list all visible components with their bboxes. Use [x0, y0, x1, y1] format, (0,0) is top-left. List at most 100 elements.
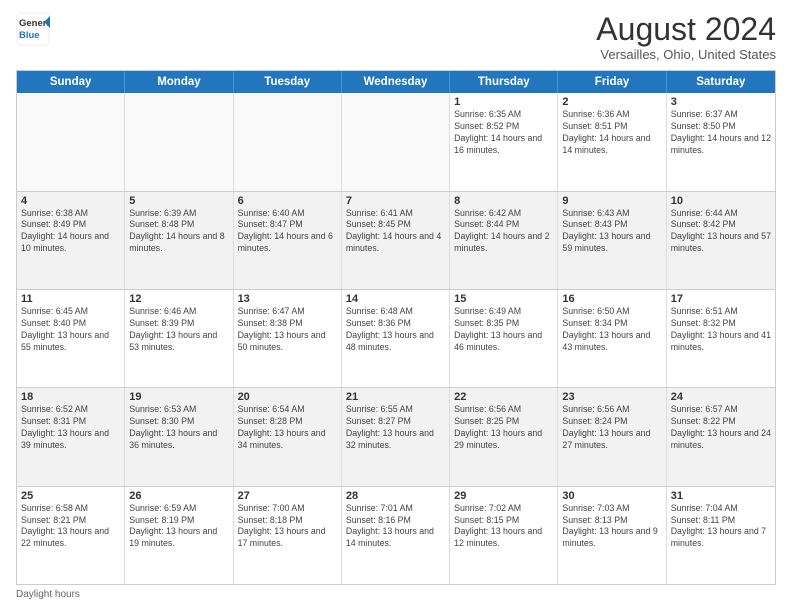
cell-text: Sunrise: 6:38 AM Sunset: 8:49 PM Dayligh… [21, 208, 120, 256]
day-number: 1 [454, 96, 553, 108]
cell-text: Sunrise: 6:57 AM Sunset: 8:22 PM Dayligh… [671, 404, 771, 452]
calendar-cell: 18Sunrise: 6:52 AM Sunset: 8:31 PM Dayli… [17, 388, 125, 485]
day-number: 2 [562, 96, 661, 108]
calendar-cell: 9Sunrise: 6:43 AM Sunset: 8:43 PM Daylig… [558, 192, 666, 289]
subtitle: Versailles, Ohio, United States [596, 47, 776, 62]
cell-text: Sunrise: 6:37 AM Sunset: 8:50 PM Dayligh… [671, 109, 771, 157]
day-number: 31 [671, 490, 771, 502]
calendar-cell: 25Sunrise: 6:58 AM Sunset: 8:21 PM Dayli… [17, 487, 125, 584]
calendar-cell: 13Sunrise: 6:47 AM Sunset: 8:38 PM Dayli… [234, 290, 342, 387]
cell-text: Sunrise: 6:49 AM Sunset: 8:35 PM Dayligh… [454, 306, 553, 354]
calendar-cell: 17Sunrise: 6:51 AM Sunset: 8:32 PM Dayli… [667, 290, 775, 387]
day-number: 22 [454, 391, 553, 403]
day-number: 20 [238, 391, 337, 403]
cell-text: Sunrise: 6:47 AM Sunset: 8:38 PM Dayligh… [238, 306, 337, 354]
cell-text: Sunrise: 7:03 AM Sunset: 8:13 PM Dayligh… [562, 503, 661, 551]
calendar-cell [125, 93, 233, 190]
calendar-cell: 28Sunrise: 7:01 AM Sunset: 8:16 PM Dayli… [342, 487, 450, 584]
calendar-cell: 27Sunrise: 7:00 AM Sunset: 8:18 PM Dayli… [234, 487, 342, 584]
cell-text: Sunrise: 6:52 AM Sunset: 8:31 PM Dayligh… [21, 404, 120, 452]
cell-text: Sunrise: 6:48 AM Sunset: 8:36 PM Dayligh… [346, 306, 445, 354]
cell-text: Sunrise: 6:45 AM Sunset: 8:40 PM Dayligh… [21, 306, 120, 354]
calendar-cell: 11Sunrise: 6:45 AM Sunset: 8:40 PM Dayli… [17, 290, 125, 387]
day-number: 21 [346, 391, 445, 403]
main-title: August 2024 [596, 12, 776, 47]
cell-text: Sunrise: 6:39 AM Sunset: 8:48 PM Dayligh… [129, 208, 228, 256]
calendar-cell: 3Sunrise: 6:37 AM Sunset: 8:50 PM Daylig… [667, 93, 775, 190]
calendar-cell: 1Sunrise: 6:35 AM Sunset: 8:52 PM Daylig… [450, 93, 558, 190]
cell-text: Sunrise: 6:46 AM Sunset: 8:39 PM Dayligh… [129, 306, 228, 354]
calendar-cell [234, 93, 342, 190]
day-number: 7 [346, 195, 445, 207]
day-number: 17 [671, 293, 771, 305]
calendar-cell: 4Sunrise: 6:38 AM Sunset: 8:49 PM Daylig… [17, 192, 125, 289]
cell-text: Sunrise: 6:42 AM Sunset: 8:44 PM Dayligh… [454, 208, 553, 256]
cell-text: Sunrise: 6:40 AM Sunset: 8:47 PM Dayligh… [238, 208, 337, 256]
cell-text: Sunrise: 6:50 AM Sunset: 8:34 PM Dayligh… [562, 306, 661, 354]
day-number: 13 [238, 293, 337, 305]
calendar-header-cell: Tuesday [234, 71, 342, 93]
day-number: 3 [671, 96, 771, 108]
day-number: 14 [346, 293, 445, 305]
cell-text: Sunrise: 6:36 AM Sunset: 8:51 PM Dayligh… [562, 109, 661, 157]
day-number: 8 [454, 195, 553, 207]
calendar-cell: 21Sunrise: 6:55 AM Sunset: 8:27 PM Dayli… [342, 388, 450, 485]
day-number: 18 [21, 391, 120, 403]
day-number: 24 [671, 391, 771, 403]
day-number: 27 [238, 490, 337, 502]
calendar-cell [17, 93, 125, 190]
cell-text: Sunrise: 6:56 AM Sunset: 8:24 PM Dayligh… [562, 404, 661, 452]
calendar-header-row: SundayMondayTuesdayWednesdayThursdayFrid… [17, 71, 775, 93]
logo: General Blue [16, 12, 50, 46]
calendar-cell: 29Sunrise: 7:02 AM Sunset: 8:15 PM Dayli… [450, 487, 558, 584]
day-number: 4 [21, 195, 120, 207]
day-number: 30 [562, 490, 661, 502]
calendar-cell: 12Sunrise: 6:46 AM Sunset: 8:39 PM Dayli… [125, 290, 233, 387]
day-number: 15 [454, 293, 553, 305]
page: General Blue August 2024 Versailles, Ohi… [0, 0, 792, 612]
footer-note: Daylight hours [16, 589, 776, 600]
day-number: 16 [562, 293, 661, 305]
calendar-cell: 16Sunrise: 6:50 AM Sunset: 8:34 PM Dayli… [558, 290, 666, 387]
calendar-header-cell: Wednesday [342, 71, 450, 93]
calendar-header-cell: Monday [125, 71, 233, 93]
calendar-cell: 19Sunrise: 6:53 AM Sunset: 8:30 PM Dayli… [125, 388, 233, 485]
cell-text: Sunrise: 6:41 AM Sunset: 8:45 PM Dayligh… [346, 208, 445, 256]
calendar-cell: 8Sunrise: 6:42 AM Sunset: 8:44 PM Daylig… [450, 192, 558, 289]
day-number: 28 [346, 490, 445, 502]
calendar-cell: 20Sunrise: 6:54 AM Sunset: 8:28 PM Dayli… [234, 388, 342, 485]
calendar-week: 11Sunrise: 6:45 AM Sunset: 8:40 PM Dayli… [17, 290, 775, 388]
calendar-cell: 30Sunrise: 7:03 AM Sunset: 8:13 PM Dayli… [558, 487, 666, 584]
calendar-header-cell: Friday [558, 71, 666, 93]
calendar-header-cell: Sunday [17, 71, 125, 93]
calendar-header-cell: Thursday [450, 71, 558, 93]
calendar-cell: 26Sunrise: 6:59 AM Sunset: 8:19 PM Dayli… [125, 487, 233, 584]
day-number: 23 [562, 391, 661, 403]
calendar: SundayMondayTuesdayWednesdayThursdayFrid… [16, 70, 776, 585]
day-number: 9 [562, 195, 661, 207]
cell-text: Sunrise: 6:35 AM Sunset: 8:52 PM Dayligh… [454, 109, 553, 157]
calendar-cell: 2Sunrise: 6:36 AM Sunset: 8:51 PM Daylig… [558, 93, 666, 190]
calendar-cell: 23Sunrise: 6:56 AM Sunset: 8:24 PM Dayli… [558, 388, 666, 485]
cell-text: Sunrise: 7:00 AM Sunset: 8:18 PM Dayligh… [238, 503, 337, 551]
cell-text: Sunrise: 6:43 AM Sunset: 8:43 PM Dayligh… [562, 208, 661, 256]
calendar-cell: 7Sunrise: 6:41 AM Sunset: 8:45 PM Daylig… [342, 192, 450, 289]
calendar-cell: 22Sunrise: 6:56 AM Sunset: 8:25 PM Dayli… [450, 388, 558, 485]
cell-text: Sunrise: 6:56 AM Sunset: 8:25 PM Dayligh… [454, 404, 553, 452]
calendar-cell: 14Sunrise: 6:48 AM Sunset: 8:36 PM Dayli… [342, 290, 450, 387]
calendar-week: 18Sunrise: 6:52 AM Sunset: 8:31 PM Dayli… [17, 388, 775, 486]
calendar-cell [342, 93, 450, 190]
day-number: 12 [129, 293, 228, 305]
calendar-body: 1Sunrise: 6:35 AM Sunset: 8:52 PM Daylig… [17, 93, 775, 584]
cell-text: Sunrise: 7:04 AM Sunset: 8:11 PM Dayligh… [671, 503, 771, 551]
calendar-cell: 10Sunrise: 6:44 AM Sunset: 8:42 PM Dayli… [667, 192, 775, 289]
day-number: 29 [454, 490, 553, 502]
cell-text: Sunrise: 7:01 AM Sunset: 8:16 PM Dayligh… [346, 503, 445, 551]
logo-svg: General Blue [16, 12, 50, 46]
calendar-week: 4Sunrise: 6:38 AM Sunset: 8:49 PM Daylig… [17, 192, 775, 290]
header: General Blue August 2024 Versailles, Ohi… [16, 12, 776, 62]
calendar-cell: 24Sunrise: 6:57 AM Sunset: 8:22 PM Dayli… [667, 388, 775, 485]
day-number: 11 [21, 293, 120, 305]
calendar-cell: 15Sunrise: 6:49 AM Sunset: 8:35 PM Dayli… [450, 290, 558, 387]
calendar-cell: 5Sunrise: 6:39 AM Sunset: 8:48 PM Daylig… [125, 192, 233, 289]
